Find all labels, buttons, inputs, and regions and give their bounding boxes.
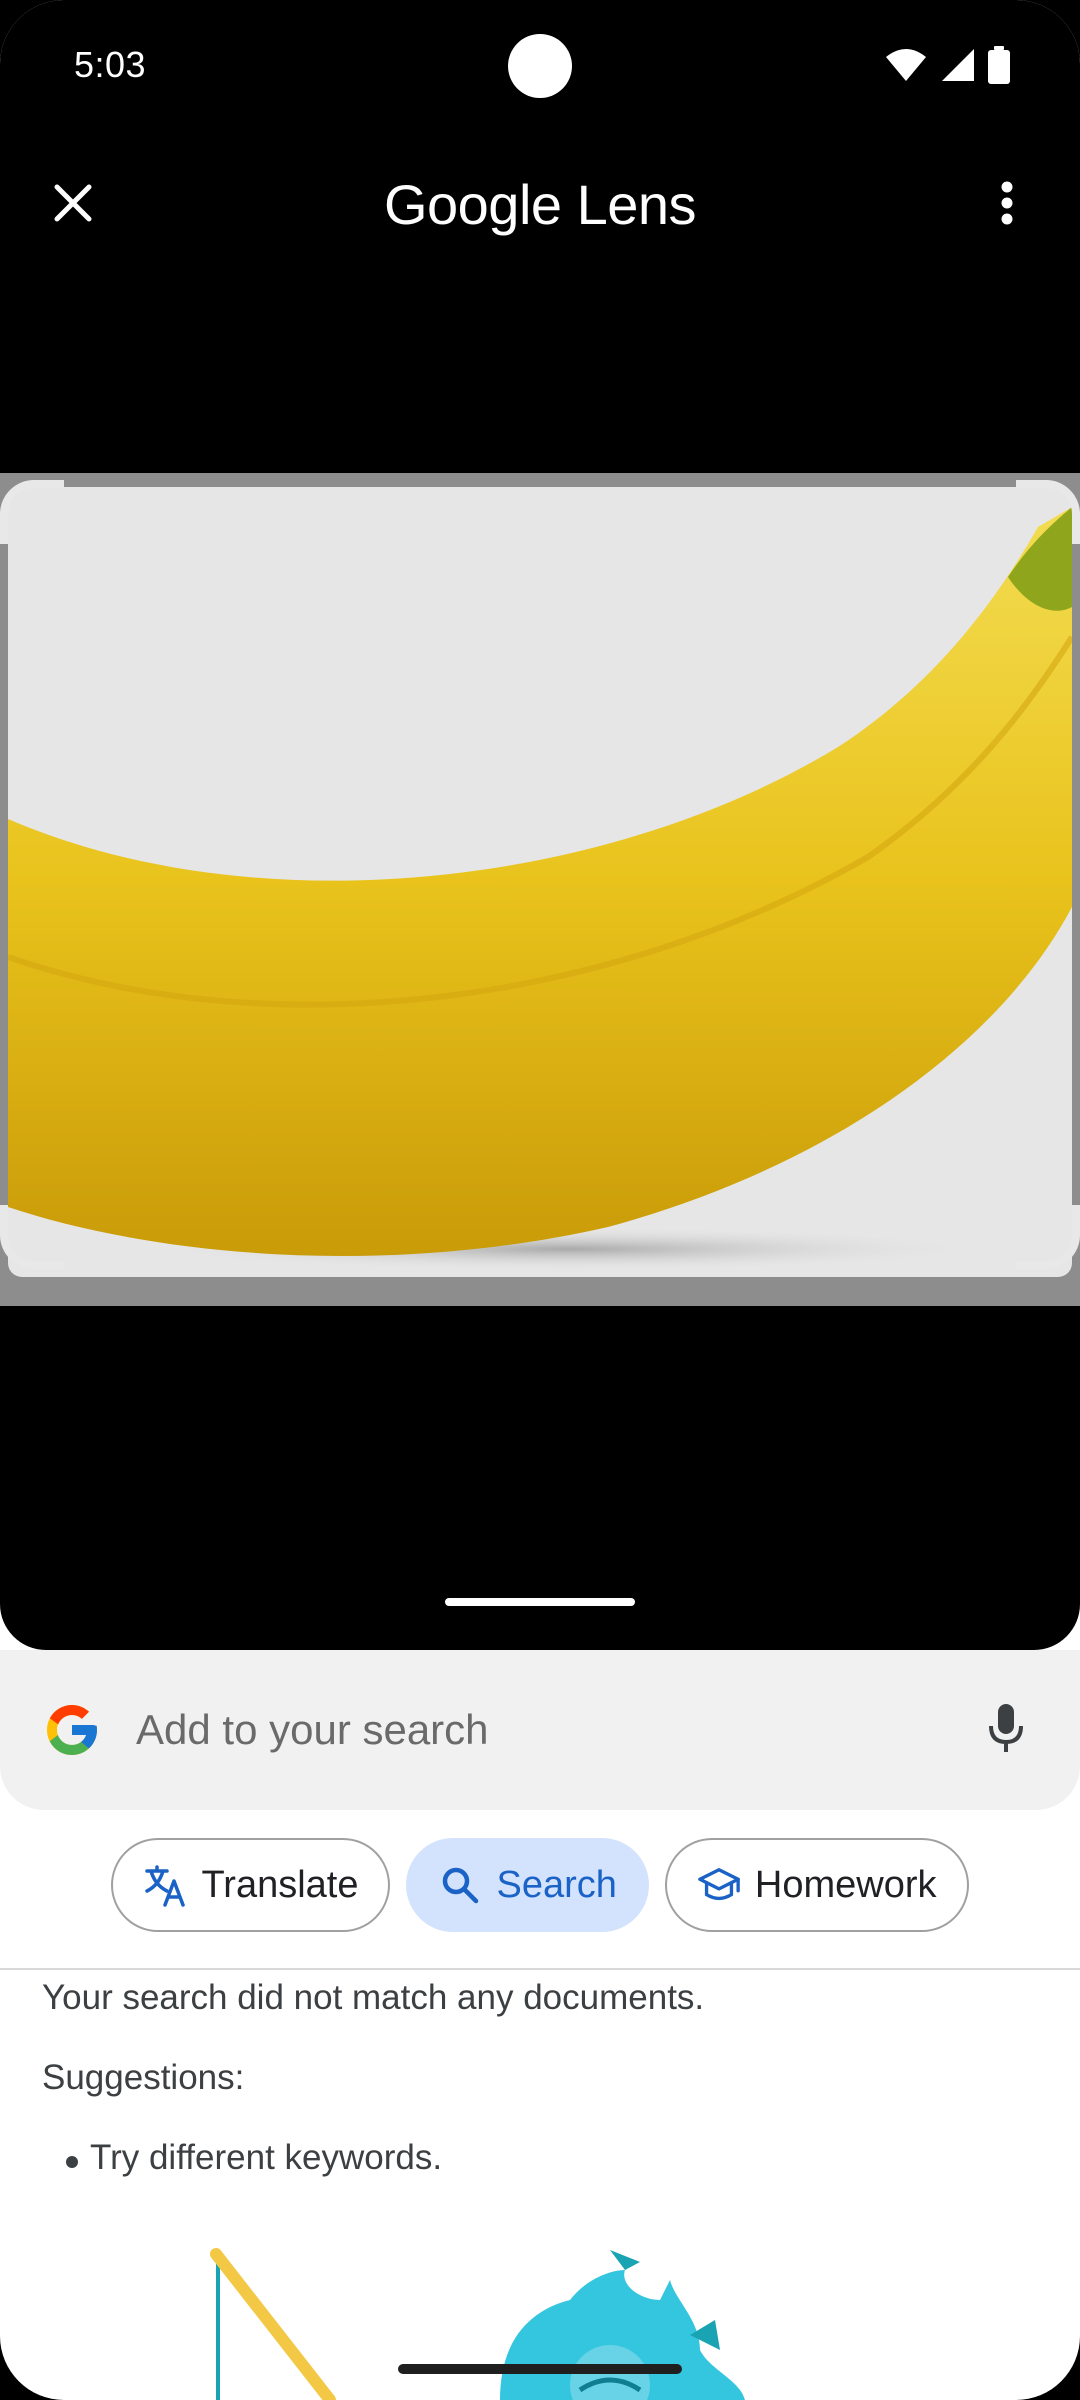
chip-homework-label: Homework — [754, 1863, 937, 1906]
search-bar — [0, 1650, 1080, 1810]
bullet — [66, 2156, 78, 2168]
crop-handle-top-left[interactable] — [0, 480, 64, 544]
suggestion-text: Try different keywords. — [90, 2138, 443, 2177]
app-title: Google Lens — [383, 173, 697, 236]
wifi-icon — [884, 47, 928, 88]
chip-homework[interactable]: Homework — [664, 1838, 969, 1932]
signal-icon — [940, 47, 976, 88]
voice-search-button[interactable] — [976, 1692, 1036, 1768]
school-icon — [697, 1863, 741, 1907]
crop-handle-top-right[interactable] — [1016, 480, 1080, 544]
mic-icon — [988, 1702, 1024, 1759]
chip-search[interactable]: Search — [406, 1838, 649, 1932]
suggestions-heading: Suggestions: — [42, 2058, 245, 2097]
mode-chips: Translate Search Homework — [0, 1838, 1080, 1934]
more-vert-icon — [999, 181, 1015, 230]
phone-screen: 5:03 Google Lens Add to your search Tran… — [0, 0, 1080, 2400]
no-match-message: Your search did not match any documents. — [42, 1978, 705, 2017]
results-divider — [0, 1968, 1080, 1970]
chip-search-label: Search — [496, 1863, 617, 1906]
no-results-illustration — [180, 2240, 780, 2400]
front-camera-cutout — [508, 34, 572, 98]
gesture-nav-handle[interactable] — [398, 2364, 682, 2374]
banana-image — [8, 487, 1072, 1277]
lens-viewer: 5:03 Google Lens — [0, 0, 1080, 1650]
search-icon — [438, 1863, 482, 1907]
sheet-drag-handle[interactable] — [445, 1598, 635, 1606]
google-g-icon — [42, 1700, 102, 1760]
chip-translate[interactable]: Translate — [111, 1838, 391, 1932]
app-bar: Google Lens — [0, 150, 1080, 260]
translate-icon — [143, 1863, 187, 1907]
search-input[interactable] — [136, 1698, 916, 1762]
image-frame — [0, 473, 1080, 1306]
more-options-button[interactable] — [972, 170, 1042, 240]
crop-handle-bottom-left[interactable] — [0, 1205, 64, 1269]
suggestion-item: Try different keywords. — [66, 2138, 443, 2178]
status-icons — [884, 46, 1010, 89]
chip-translate-label: Translate — [201, 1863, 359, 1906]
battery-icon — [988, 46, 1010, 89]
status-time: 5:03 — [74, 44, 147, 85]
status-bar: 5:03 — [0, 0, 1080, 130]
